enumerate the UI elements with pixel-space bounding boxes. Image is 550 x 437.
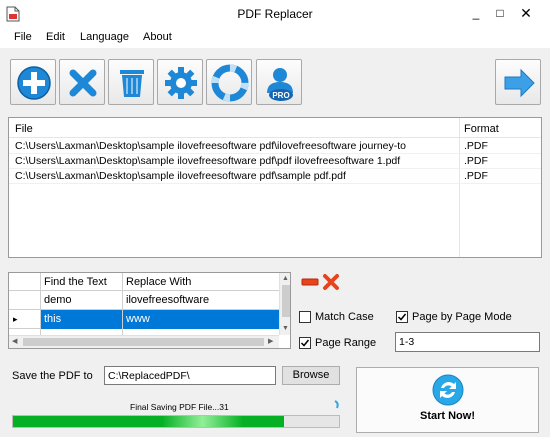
save-path-input[interactable]: C:\ReplacedPDF\ xyxy=(104,366,276,385)
match-case-label: Match Case xyxy=(315,311,374,323)
minus-icon xyxy=(301,278,319,286)
add-icon xyxy=(17,66,51,100)
column-replace-with[interactable]: Replace With xyxy=(126,273,276,291)
progress-status: Final Saving PDF File...31 xyxy=(130,402,229,412)
column-find-text[interactable]: Find the Text xyxy=(44,273,122,291)
toolbar: PRO xyxy=(0,48,550,114)
help-button[interactable] xyxy=(206,59,252,105)
scroll-thumb[interactable] xyxy=(282,285,290,317)
minimize-button[interactable]: _ xyxy=(466,5,486,21)
arrow-right-icon xyxy=(504,68,535,98)
replace-table[interactable]: Find the Text Replace With demo ilovefre… xyxy=(8,272,291,349)
refresh-icon xyxy=(432,374,464,406)
spinner-icon xyxy=(334,400,339,409)
progress-fill xyxy=(13,416,284,427)
scroll-up-icon[interactable]: ▲ xyxy=(282,275,289,283)
menu-language[interactable]: Language xyxy=(80,31,129,43)
find-text-cell[interactable]: this xyxy=(44,310,122,328)
row-header-divider xyxy=(40,273,41,335)
menu-edit[interactable]: Edit xyxy=(46,31,65,43)
file-format: .PDF xyxy=(464,155,488,167)
browse-button[interactable]: Browse xyxy=(282,366,340,385)
file-path: C:\Users\Laxman\Desktop\sample ilovefree… xyxy=(15,170,346,182)
clear-list-button[interactable] xyxy=(108,59,154,105)
page-range-input[interactable]: 1-3 xyxy=(395,332,540,352)
settings-button[interactable] xyxy=(157,59,203,105)
pro-upgrade-button[interactable]: PRO xyxy=(256,59,302,105)
menu-file[interactable]: File xyxy=(14,31,32,43)
title-bar: PDF Replacer _ □ ✕ xyxy=(0,0,550,28)
column-divider xyxy=(122,273,123,335)
menu-bar: File Edit Language About xyxy=(0,28,550,48)
file-row[interactable]: C:\Users\Laxman\Desktop\sample ilovefree… xyxy=(9,169,541,184)
maximize-button[interactable]: □ xyxy=(490,5,510,21)
page-range-label: Page Range xyxy=(315,337,377,349)
page-by-page-label: Page by Page Mode xyxy=(412,311,512,323)
scroll-down-icon[interactable]: ▼ xyxy=(282,325,289,333)
row-indicator-icon: ▸ xyxy=(13,314,18,324)
file-list-header: File Format xyxy=(9,118,541,138)
pro-user-icon: PRO xyxy=(267,68,293,101)
file-list[interactable]: File Format C:\Users\Laxman\Desktop\samp… xyxy=(8,117,542,258)
column-format[interactable]: Format xyxy=(464,123,499,135)
checkmark-icon xyxy=(397,313,407,321)
file-row[interactable]: C:\Users\Laxman\Desktop\sample ilovefree… xyxy=(9,154,541,169)
remove-file-button[interactable] xyxy=(59,59,105,105)
close-button[interactable]: ✕ xyxy=(516,5,536,21)
add-file-button[interactable] xyxy=(10,59,56,105)
start-now-label: Start Now! xyxy=(420,410,475,422)
vertical-scrollbar[interactable]: ▲ ▼ xyxy=(279,273,290,335)
table-row[interactable]: demo ilovefreesoftware xyxy=(9,291,279,310)
progress-bar xyxy=(12,415,340,428)
remove-icon xyxy=(69,69,97,97)
save-path-label: Save the PDF to xyxy=(12,370,93,382)
next-button[interactable] xyxy=(495,59,541,105)
delete-all-rows-button[interactable] xyxy=(322,273,340,291)
column-file[interactable]: File xyxy=(15,123,33,135)
start-now-button[interactable]: Start Now! xyxy=(356,367,539,433)
progress-glow xyxy=(162,416,243,427)
page-by-page-checkbox[interactable] xyxy=(396,311,408,323)
checkmark-icon xyxy=(300,339,310,347)
page-range-checkbox[interactable] xyxy=(299,337,311,349)
settings-icon xyxy=(165,67,197,99)
file-format: .PDF xyxy=(464,170,488,182)
file-path: C:\Users\Laxman\Desktop\sample ilovefree… xyxy=(15,140,407,152)
replace-with-cell[interactable]: www xyxy=(126,310,276,328)
scroll-right-icon[interactable]: ▶ xyxy=(268,338,273,346)
table-row-selected[interactable]: ▸ this www xyxy=(9,310,279,329)
file-format: .PDF xyxy=(464,140,488,152)
scroll-thumb[interactable] xyxy=(23,338,264,346)
trash-icon xyxy=(120,70,144,97)
horizontal-scrollbar[interactable]: ◀ ▶ xyxy=(9,335,279,348)
scroll-left-icon[interactable]: ◀ xyxy=(12,338,17,346)
delete-icon xyxy=(323,274,339,290)
help-icon xyxy=(211,64,249,102)
file-path: C:\Users\Laxman\Desktop\sample ilovefree… xyxy=(15,155,401,167)
menu-about[interactable]: About xyxy=(143,31,172,43)
remove-row-button[interactable] xyxy=(301,273,319,291)
file-row[interactable]: C:\Users\Laxman\Desktop\sample ilovefree… xyxy=(9,139,541,154)
find-text-cell[interactable]: demo xyxy=(44,291,122,309)
match-case-checkbox[interactable] xyxy=(299,311,311,323)
pro-badge: PRO xyxy=(272,91,289,100)
replace-with-cell[interactable]: ilovefreesoftware xyxy=(126,291,276,309)
replace-table-header: Find the Text Replace With xyxy=(9,273,279,291)
